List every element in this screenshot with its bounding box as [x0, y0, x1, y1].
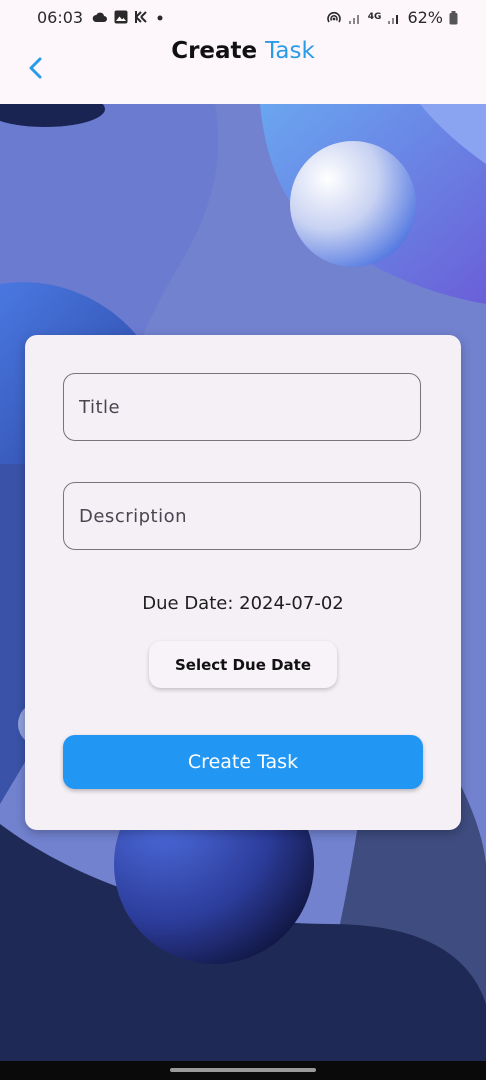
hotspot-icon [327, 11, 341, 22]
select-due-date-button[interactable]: Select Due Date [149, 641, 337, 688]
title-input[interactable] [63, 373, 421, 441]
cloud-icon [92, 12, 107, 22]
create-task-card: Due Date: 2024-07-02 Select Due Date Cre… [25, 335, 461, 830]
app-bar: Create Task [0, 36, 486, 104]
signal-icon [348, 14, 359, 24]
image-icon [114, 10, 128, 24]
signal-icon-2 [388, 14, 399, 24]
description-input[interactable] [63, 482, 421, 550]
page-title-accent: Task [265, 38, 315, 64]
due-date-text: Due Date: 2024-07-02 [142, 593, 344, 614]
battery-percent: 62% [407, 8, 443, 27]
status-time: 06:03 [37, 8, 84, 27]
app-icon [135, 11, 147, 23]
create-task-button[interactable]: Create Task [63, 735, 423, 789]
home-indicator[interactable] [170, 1068, 316, 1072]
dot-icon [157, 15, 163, 21]
battery-icon [449, 10, 458, 24]
page-title-main: Create [171, 38, 258, 64]
page-title: Create Task [0, 36, 486, 66]
status-bar: 06:03 4G 62% [0, 0, 486, 36]
network-type: 4G [367, 12, 382, 22]
